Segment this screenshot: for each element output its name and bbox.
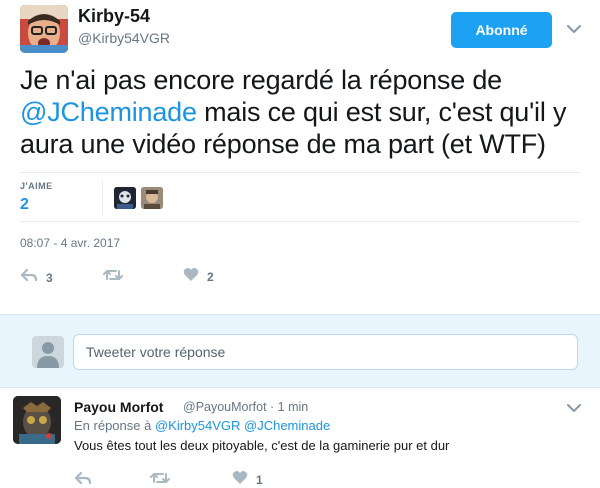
reply-icon xyxy=(20,268,38,287)
chevron-down-icon[interactable] xyxy=(566,22,582,34)
current-user-avatar xyxy=(32,336,64,368)
follow-button[interactable]: Abonné xyxy=(451,12,552,48)
in-reply-mentions[interactable]: @Kirby54VGR @JCheminade xyxy=(155,418,330,433)
tweet-text-part1: Je n'ai pas encore regardé la réponse de xyxy=(20,65,502,95)
likes-count[interactable]: 2 xyxy=(20,196,29,214)
heart-icon xyxy=(232,470,248,488)
reply-count: 3 xyxy=(46,270,53,285)
reply-author-handle[interactable]: @PayouMorfot · 1 min xyxy=(183,400,308,414)
reply-button[interactable] xyxy=(74,471,100,488)
like-button[interactable]: 2 xyxy=(183,267,214,287)
liker-avatar[interactable] xyxy=(114,187,136,209)
divider xyxy=(20,172,580,173)
author-avatar[interactable] xyxy=(20,5,68,53)
author-handle[interactable]: @Kirby54VGR xyxy=(78,30,170,46)
retweet-icon xyxy=(150,471,170,488)
in-reply-to: En réponse à @Kirby54VGR @JCheminade xyxy=(74,418,330,433)
divider xyxy=(20,221,580,222)
reply-tweet: Payou Morfot @PayouMorfot · 1 min En rép… xyxy=(0,389,600,488)
heart-icon xyxy=(183,267,199,287)
like-count: 2 xyxy=(207,270,214,284)
reply-author-avatar[interactable] xyxy=(13,396,61,444)
likes-label: J'AIME xyxy=(20,181,53,191)
retweet-button[interactable] xyxy=(150,471,178,488)
main-tweet: Kirby-54 @Kirby54VGR Abonné Je n'ai pas … xyxy=(0,0,600,314)
in-reply-prefix: En réponse à xyxy=(74,418,155,433)
liker-avatar[interactable] xyxy=(141,187,163,209)
retweet-icon xyxy=(103,268,123,287)
retweet-button[interactable] xyxy=(103,268,131,287)
tweet-text: Je n'ai pas encore regardé la réponse de… xyxy=(20,64,585,160)
mention-link[interactable]: @JCheminade xyxy=(20,97,197,127)
reply-input[interactable]: Tweeter votre réponse xyxy=(73,334,578,370)
likers-divider xyxy=(102,180,103,215)
like-button[interactable]: 1 xyxy=(232,470,263,488)
like-count: 1 xyxy=(256,473,263,487)
reply-composer: Tweeter votre réponse xyxy=(0,314,600,388)
reply-button[interactable]: 3 xyxy=(20,268,53,287)
chevron-down-icon[interactable] xyxy=(566,401,582,413)
reply-author-name[interactable]: Payou Morfot xyxy=(74,399,163,415)
reply-text: Vous êtes tout les deux pitoyable, c'est… xyxy=(74,438,450,453)
tweet-timestamp[interactable]: 08:07 - 4 avr. 2017 xyxy=(20,236,120,250)
author-name[interactable]: Kirby-54 xyxy=(78,6,150,27)
reply-icon xyxy=(74,471,92,488)
